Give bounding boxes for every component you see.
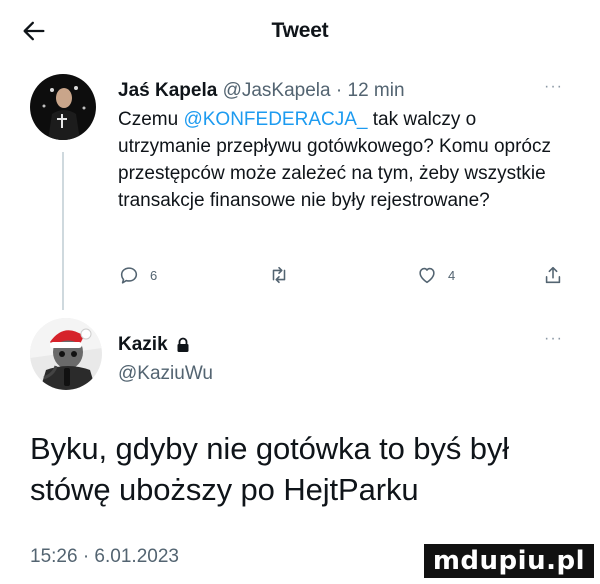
thread-line — [62, 152, 64, 310]
author-handle[interactable]: @KaziuWu — [118, 363, 213, 385]
reply-icon — [120, 267, 138, 284]
reply-button[interactable]: 6 — [118, 264, 157, 286]
author-name-row: Kazik — [118, 334, 213, 356]
tweet-actions: 6 4 — [118, 264, 561, 292]
heart-icon — [419, 267, 435, 284]
lock-icon — [177, 337, 189, 352]
author-name[interactable]: Kazik — [118, 334, 168, 356]
retweet-icon — [272, 266, 286, 284]
tweet-timestamp[interactable]: 15:26 · 6.01.2023 — [30, 546, 179, 568]
tweet-header: Jaś Kapela @JasKapela · 12 min — [118, 80, 405, 102]
tweet-text: Czemu @KONFEDERACJA_ tak walczy o utrzym… — [118, 106, 558, 214]
like-button[interactable]: 4 — [416, 264, 455, 286]
page-title: Tweet — [271, 19, 329, 42]
author-name[interactable]: Jaś Kapela — [118, 80, 217, 101]
share-button[interactable] — [542, 264, 564, 286]
author-handle[interactable]: @JasKapela — [223, 80, 331, 101]
author-block: Kazik @KaziuWu — [118, 334, 213, 385]
share-icon — [545, 266, 561, 284]
watermark-logo: mdupiu.pl — [423, 544, 594, 578]
header-bar: Tweet — [0, 0, 600, 64]
tweet-text-pre: Czemu — [118, 109, 184, 130]
more-icon[interactable]: ··· — [544, 78, 563, 96]
avatar[interactable] — [30, 318, 102, 390]
avatar-image — [30, 318, 102, 390]
more-icon[interactable]: ··· — [544, 330, 563, 348]
avatar-image — [30, 74, 96, 140]
main-tweet-text: Byku, gdyby nie gotówka to byś był stówę… — [30, 431, 510, 507]
like-count: 4 — [448, 267, 456, 283]
reply-count: 6 — [150, 267, 158, 283]
mention-link[interactable]: @KONFEDERACJA_ — [183, 109, 367, 130]
retweet-button[interactable] — [268, 264, 290, 286]
avatar[interactable] — [30, 74, 96, 140]
tweet-time[interactable]: · 12 min — [336, 80, 405, 101]
